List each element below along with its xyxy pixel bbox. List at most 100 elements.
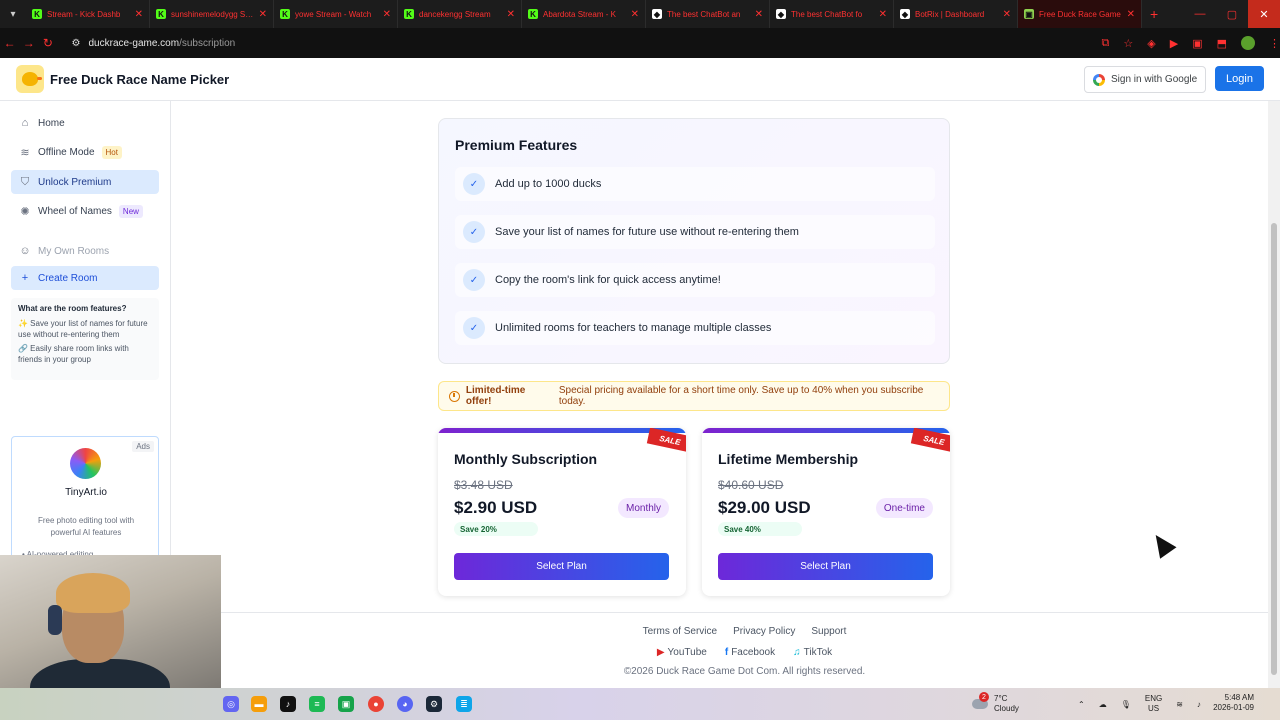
back-icon[interactable]: ← <box>0 36 19 50</box>
facebook-link[interactable]: f Facebook <box>725 647 775 658</box>
close-tab-icon[interactable]: ✕ <box>1127 9 1135 20</box>
language-indicator[interactable]: ENG US <box>1145 694 1162 714</box>
duck-logo-icon[interactable] <box>16 65 44 93</box>
google-signin-button[interactable]: Sign in with Google <box>1084 66 1206 93</box>
select-plan-button[interactable]: Select Plan <box>718 553 933 580</box>
support-link[interactable]: Support <box>811 626 846 637</box>
login-button[interactable]: Login <box>1215 66 1264 91</box>
tiktok-link[interactable]: ♫ TikTok <box>793 647 832 658</box>
scrollbar-thumb[interactable] <box>1271 223 1277 675</box>
terms-link[interactable]: Terms of Service <box>643 626 717 637</box>
ad-card[interactable]: Ads TinyArt.io Free photo editing tool w… <box>11 436 159 561</box>
site-title[interactable]: Free Duck Race Name Picker <box>50 72 229 87</box>
bookmark-star-icon[interactable]: ☆ <box>1123 37 1133 50</box>
room-feature-item: 🔗 Easily share room links with friends i… <box>18 344 129 364</box>
sidebar-item-offline-mode[interactable]: ≋ Offline Mode Hot <box>11 140 159 164</box>
copilot-icon[interactable]: ◎ <box>223 696 239 712</box>
browser-tab[interactable]: ◆ The best ChatBot fo ✕ <box>770 0 894 28</box>
chrome-icon[interactable]: ● <box>368 696 384 712</box>
system-tray: ⌃ ☁ 🎙 ENG US ≋ ♪ <box>1078 688 1201 720</box>
close-tab-icon[interactable]: ✕ <box>383 9 391 20</box>
toolbar-icons: ⧉ ☆ ◈ ▶ ▣ ⬒ ⋮ <box>1102 36 1280 50</box>
reload-icon[interactable]: ↻ <box>38 36 57 50</box>
volume-icon[interactable]: ♪ <box>1197 700 1201 709</box>
extension-icon[interactable]: ▶ <box>1170 37 1178 50</box>
weather-alert-badge: 2 <box>979 692 989 702</box>
botrix-icon: ◆ <box>900 9 910 19</box>
profile-avatar[interactable] <box>1241 36 1255 50</box>
browser-tab[interactable]: Ksunshinemelodygg Stream✕ <box>150 0 274 28</box>
sidebar-item-wheel-of-names[interactable]: ✺ Wheel of Names New <box>11 199 159 223</box>
app-icon[interactable]: ▣ <box>338 696 354 712</box>
tiktok-app-icon[interactable]: ♪ <box>280 696 296 712</box>
file-explorer-icon[interactable]: ▬ <box>251 696 267 712</box>
sidebar: ⌂ Home ≋ Offline Mode Hot ⛉ Unlock Premi… <box>0 101 171 561</box>
browser-menu-icon[interactable]: ⋮ <box>1269 37 1280 50</box>
browser-tab-active[interactable]: ▣ Free Duck Race Game ✕ <box>1018 0 1142 28</box>
close-tab-icon[interactable]: ✕ <box>1003 9 1011 20</box>
wheel-icon: ✺ <box>20 205 30 218</box>
browser-tab[interactable]: Kyowe Stream - Watch ✕ <box>274 0 398 28</box>
browser-tab-bar: ▾ K Stream - Kick Dashb ✕ Ksunshinemelodyg… <box>0 0 1280 28</box>
kick-icon: K <box>528 9 538 19</box>
tab-menu-icon[interactable]: ▾ <box>0 0 26 28</box>
privacy-link[interactable]: Privacy Policy <box>733 626 795 637</box>
browser-tab[interactable]: ◆ BotRix | Dashboard ✕ <box>894 0 1018 28</box>
spotify-icon[interactable]: ≡ <box>309 696 325 712</box>
close-tab-icon[interactable]: ✕ <box>631 9 639 20</box>
close-tab-icon[interactable]: ✕ <box>135 9 143 20</box>
browser-tab[interactable]: ◆ The best ChatBot an ✕ <box>646 0 770 28</box>
extension-icon[interactable]: ◈ <box>1147 37 1155 50</box>
sidebar-item-home[interactable]: ⌂ Home <box>11 111 159 135</box>
close-tab-icon[interactable]: ✕ <box>507 9 515 20</box>
save-badge: Save 40% <box>718 522 802 536</box>
facebook-icon: f <box>724 647 729 658</box>
notepad-icon[interactable]: ≣ <box>456 696 472 712</box>
site-info-icon[interactable]: ⚙ <box>72 38 81 49</box>
plan-name: Lifetime Membership <box>718 451 859 467</box>
browser-tab[interactable]: Kdancekengg Stream ✕ <box>398 0 522 28</box>
wifi-icon[interactable]: ≋ <box>1176 700 1183 709</box>
close-tab-icon[interactable]: ✕ <box>259 9 267 20</box>
discord-icon[interactable]: ◕ <box>397 696 413 712</box>
install-app-icon[interactable]: ⧉ <box>1102 37 1110 50</box>
maximize-button[interactable]: ▢ <box>1216 0 1248 28</box>
save-badge: Save 20% <box>454 522 538 536</box>
sidebar-item-unlock-premium[interactable]: ⛉ Unlock Premium <box>11 170 159 194</box>
youtube-link[interactable]: ▶ YouTube <box>657 647 707 658</box>
extensions-puzzle-icon[interactable]: ⬒ <box>1217 37 1227 50</box>
browser-tab[interactable]: K Stream - Kick Dashb ✕ <box>26 0 150 28</box>
minimize-button[interactable]: — <box>1184 0 1216 28</box>
browser-tab[interactable]: K Abardota Stream - K ✕ <box>522 0 646 28</box>
close-tab-icon[interactable]: ✕ <box>879 9 887 20</box>
chatbot-icon: ◆ <box>776 9 786 19</box>
microphone-icon[interactable]: 🎙 <box>1121 700 1131 709</box>
site-footer: Terms of Service Privacy Policy Support … <box>221 612 1268 688</box>
select-plan-button[interactable]: Select Plan <box>454 553 669 580</box>
plan-card-lifetime: SALE Lifetime Membership $40.60 USD $29.… <box>702 428 950 596</box>
sidebar-item-my-own-rooms[interactable]: ☺ My Own Rooms <box>11 239 159 263</box>
plan-period-badge: Monthly <box>617 498 669 518</box>
kick-icon: K <box>32 9 42 19</box>
page-scrollbar[interactable] <box>1268 101 1280 688</box>
url-field[interactable]: ⚙ duckrace-game.com/subscription <box>66 32 1086 54</box>
taskbar-clock[interactable]: 5:48 AM 2026-01-09 <box>1206 693 1254 714</box>
close-tab-icon[interactable]: ✕ <box>755 9 763 20</box>
check-icon: ✓ <box>463 173 485 195</box>
close-window-button[interactable]: ✕ <box>1248 0 1280 28</box>
room-features-box: What are the room features? ✨ Save your … <box>11 298 159 380</box>
steam-icon[interactable]: ⚙ <box>426 696 442 712</box>
users-icon: ☺ <box>19 245 31 257</box>
onedrive-icon[interactable]: ☁ <box>1099 700 1107 709</box>
plan-price: $29.00 USD <box>718 498 811 517</box>
social-links: ▶ YouTube f Facebook ♫ TikTok <box>221 647 1268 658</box>
chevron-up-icon[interactable]: ⌃ <box>1078 700 1085 709</box>
plan-period-badge: One-time <box>875 498 933 518</box>
shield-icon: ⛉ <box>20 175 30 188</box>
forward-icon[interactable]: → <box>19 36 38 50</box>
new-tab-button[interactable]: + <box>1142 6 1166 22</box>
kick-icon: K <box>280 9 290 19</box>
address-bar-row: ← → ↻ ⚙ duckrace-game.com/subscription ⧉… <box>0 28 1280 58</box>
extension-icon[interactable]: ▣ <box>1192 37 1202 50</box>
create-room-button[interactable]: + Create Room <box>11 266 159 290</box>
